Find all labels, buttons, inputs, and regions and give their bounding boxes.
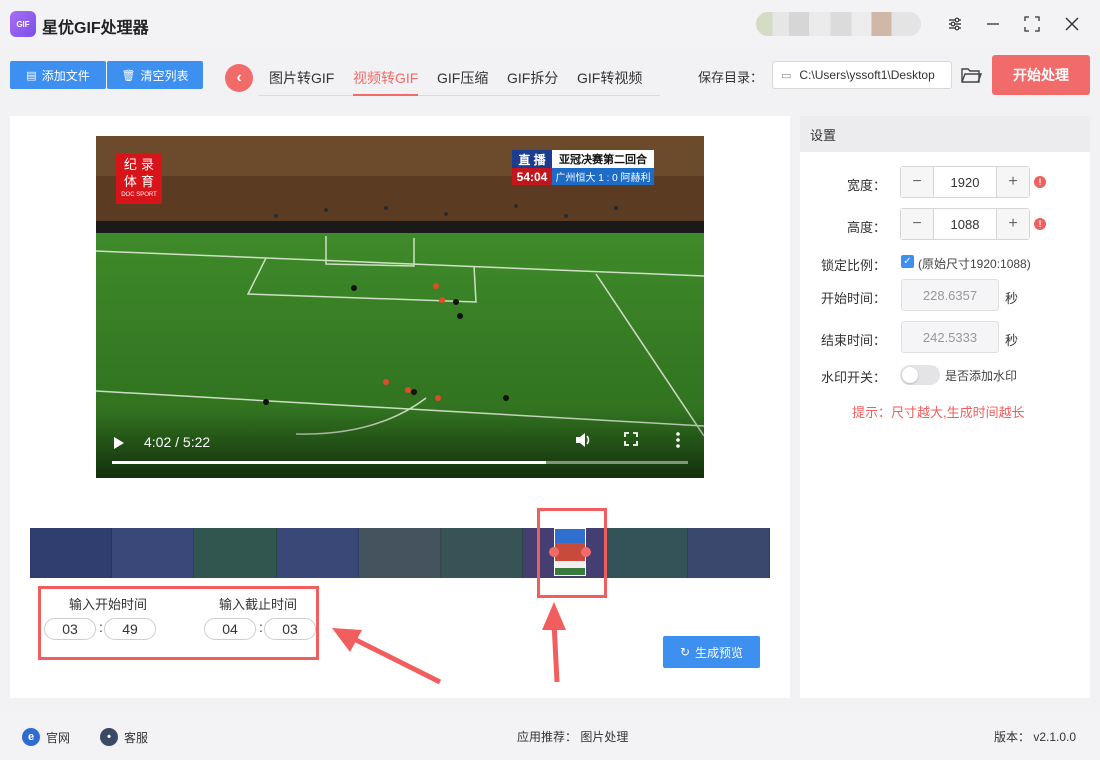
playback-time: 4:02 / 5:22	[144, 434, 211, 450]
main-panel: 纪 录 体 育 DOC SPORT 直 播 亚冠决赛第二回合 54:04 广州恒…	[10, 116, 790, 698]
end-colon: :	[259, 619, 263, 635]
video-progress-bar[interactable]	[112, 461, 688, 464]
height-decrement-button[interactable]: −	[901, 209, 933, 239]
browser-icon: e	[22, 728, 40, 746]
filmstrip-dim-overlay	[30, 528, 770, 578]
minimize-icon[interactable]	[981, 12, 1005, 36]
video-progress-fill	[112, 461, 546, 464]
lock-ratio-checkbox[interactable]: ✓	[901, 255, 914, 268]
width-label: 宽度：	[846, 178, 886, 193]
end-time-field[interactable]: 242.5333	[901, 321, 999, 353]
end-second-input[interactable]: 03	[264, 618, 316, 640]
maximize-icon[interactable]	[1020, 12, 1044, 36]
tip-text: 提示：尺寸越大,生成时间越长	[852, 405, 1025, 420]
video-controls: 4:02 / 5:22	[96, 410, 704, 478]
settings-panel: 设置 宽度： − 1920 + ! 高度： − 1088 + ! 锁定比例： ✓…	[800, 116, 1090, 698]
start-time-setting-label: 开始时间：	[820, 291, 886, 306]
start-minute-input[interactable]: 03	[44, 618, 96, 640]
tab-bar: 图片转GIF 视频转GIF GIF压缩 GIF拆分 GIF转视频	[258, 62, 660, 96]
watermark-toggle[interactable]	[900, 365, 940, 385]
lock-ratio-label: 锁定比例：	[820, 258, 886, 273]
tab-video-to-gif[interactable]: 视频转GIF	[353, 68, 419, 96]
tab-gif-split[interactable]: GIF拆分	[507, 68, 558, 94]
end-minute-input[interactable]: 04	[204, 618, 256, 640]
channel-logo: 纪 录 体 育 DOC SPORT	[116, 154, 162, 204]
settings-header: 设置	[800, 116, 1090, 152]
start-time-label: 输入开始时间	[69, 597, 148, 612]
file-icon: ▤	[26, 69, 37, 82]
version-text: 版本： v2.1.0.0	[994, 730, 1077, 744]
customer-service-link[interactable]: • 客服	[100, 728, 148, 746]
end-time-unit: 秒	[1005, 333, 1019, 348]
width-value[interactable]: 1920	[933, 167, 997, 197]
folder-open-icon[interactable]	[960, 64, 983, 86]
tab-image-to-gif[interactable]: 图片转GIF	[269, 68, 334, 94]
watermark-toggle-text: 是否添加水印	[945, 369, 1018, 383]
scoreboard: 直 播 亚冠决赛第二回合 54:04 广州恒大 1 : 0 阿赫利	[512, 150, 654, 186]
add-file-button[interactable]: ▤ 添加文件	[10, 61, 106, 89]
save-dir-input[interactable]: ▭ C:\Users\yssoft1\Desktop	[772, 61, 952, 89]
watermark-label: 水印开关：	[820, 370, 886, 385]
user-avatar[interactable]	[756, 12, 921, 36]
end-time-setting-label: 结束时间：	[820, 333, 886, 348]
start-process-button[interactable]: 开始处理	[992, 55, 1090, 95]
clear-list-button[interactable]: 🗑 清空列表	[107, 61, 203, 89]
tab-gif-compress[interactable]: GIF压缩	[437, 68, 488, 94]
start-second-input[interactable]: 49	[104, 618, 156, 640]
end-time-group: 输入截止时间 04 : 03	[204, 594, 324, 644]
start-time-group: 输入开始时间 03 : 49	[44, 594, 164, 644]
chat-icon: •	[100, 728, 118, 746]
title-bar: GIF 星优GIF处理器	[0, 0, 1100, 48]
width-decrement-button[interactable]: −	[901, 167, 933, 197]
close-icon[interactable]	[1060, 12, 1084, 36]
chevron-left-icon[interactable]: ‹	[225, 64, 253, 92]
app-logo-icon: GIF	[10, 11, 36, 37]
height-increment-button[interactable]: +	[997, 209, 1029, 239]
trash-icon: 🗑	[121, 69, 136, 82]
save-dir-label: 保存目录：	[698, 70, 764, 85]
arrow-to-range	[542, 602, 566, 683]
height-warning-icon: !	[1034, 218, 1046, 230]
refresh-icon: ↻	[679, 645, 691, 659]
start-time-field[interactable]: 228.6357	[901, 279, 999, 311]
height-label: 高度：	[846, 220, 886, 235]
video-player[interactable]: 纪 录 体 育 DOC SPORT 直 播 亚冠决赛第二回合 54:04 广州恒…	[96, 136, 704, 478]
width-stepper[interactable]: − 1920 +	[900, 166, 1030, 198]
website-link[interactable]: e 官网	[22, 728, 70, 746]
highlight-box-range	[537, 508, 607, 598]
end-time-label: 输入截止时间	[219, 597, 298, 612]
height-stepper[interactable]: − 1088 +	[900, 208, 1030, 240]
width-increment-button[interactable]: +	[997, 167, 1029, 197]
width-warning-icon: !	[1034, 176, 1046, 188]
app-recommend[interactable]: 应用推荐： 图片处理	[517, 728, 628, 745]
app-title: 星优GIF处理器	[42, 20, 149, 37]
generate-preview-button[interactable]: ↻ 生成预览	[663, 636, 760, 668]
footer: e 官网 • 客服 应用推荐： 图片处理 版本： v2.1.0.0	[0, 712, 1100, 760]
play-icon[interactable]	[114, 437, 124, 449]
tab-gif-to-video[interactable]: GIF转视频	[577, 68, 642, 94]
height-value[interactable]: 1088	[933, 209, 997, 239]
start-time-unit: 秒	[1005, 291, 1019, 306]
settings-sliders-icon[interactable]	[943, 12, 967, 36]
folder-small-icon: ▭	[781, 69, 792, 82]
start-colon: :	[99, 619, 103, 635]
original-size-text: (原始尺寸1920:1088)	[918, 257, 1031, 271]
arrow-to-time-inputs	[332, 628, 442, 685]
